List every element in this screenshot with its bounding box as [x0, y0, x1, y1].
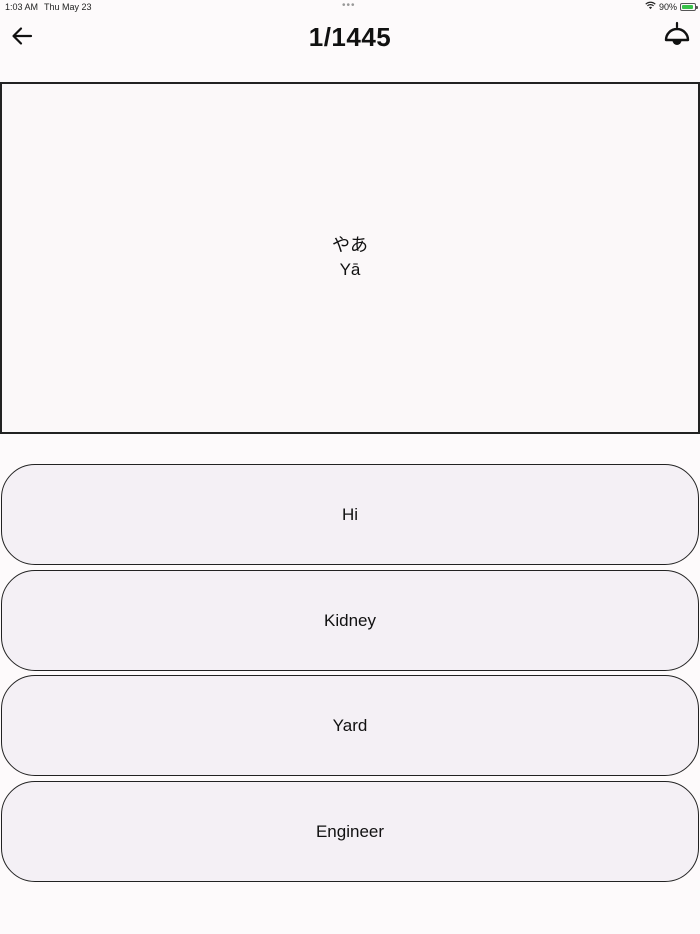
answer-option-3[interactable]: Yard	[1, 675, 699, 776]
card-romaji: Yā	[339, 260, 361, 279]
answer-option-2[interactable]: Kidney	[1, 570, 699, 671]
bell-icon	[663, 21, 691, 54]
answer-option-1[interactable]: Hi	[1, 464, 699, 565]
multitasking-dots[interactable]: •••	[342, 0, 356, 11]
page-title: 1/1445	[308, 22, 392, 52]
battery-fill	[682, 4, 693, 9]
card-word: やあ	[332, 235, 368, 256]
flashcard[interactable]: やあ Yā	[0, 82, 700, 434]
answer-option-4[interactable]: Engineer	[1, 781, 699, 882]
status-time: 1:03 AM	[5, 2, 39, 12]
status-indicators: 90%	[645, 1, 698, 12]
header: 1/1445	[0, 14, 700, 62]
status-bar: 1:03 AM Thu May 23 ••• 90%	[0, 0, 700, 14]
sound-button[interactable]	[662, 21, 692, 54]
status-date: Thu May 23	[44, 2, 92, 12]
battery-percent: 90%	[658, 1, 677, 12]
wifi-icon	[645, 1, 656, 12]
battery-icon	[680, 2, 698, 11]
